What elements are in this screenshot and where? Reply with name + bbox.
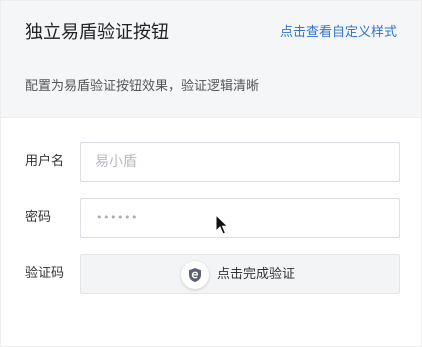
captcha-button-label: 点击完成验证	[217, 267, 296, 282]
password-row: 密码 ••••••	[1, 198, 422, 238]
header-description: 配置为易盾验证按钮效果，验证逻辑清晰	[25, 79, 260, 94]
username-label: 用户名	[25, 154, 65, 169]
captcha-label: 验证码	[25, 266, 65, 281]
view-custom-style-link[interactable]: 点击查看自定义样式	[280, 23, 397, 43]
password-label: 密码	[25, 210, 52, 225]
card-header: 独立易盾验证按钮 点击查看自定义样式 配置为易盾验证按钮效果，验证逻辑清晰	[1, 1, 421, 118]
captcha-verify-button[interactable]: 点击完成验证	[80, 254, 400, 294]
shield-icon	[181, 261, 209, 289]
captcha-row: 验证码 点击完成验证	[1, 254, 422, 294]
page-title: 独立易盾验证按钮	[25, 22, 169, 43]
username-row: 用户名	[1, 142, 422, 182]
username-input[interactable]	[80, 142, 400, 182]
captcha-demo-card: 独立易盾验证按钮 点击查看自定义样式 配置为易盾验证按钮效果，验证逻辑清晰 用户…	[0, 0, 422, 347]
password-input[interactable]	[80, 198, 400, 238]
